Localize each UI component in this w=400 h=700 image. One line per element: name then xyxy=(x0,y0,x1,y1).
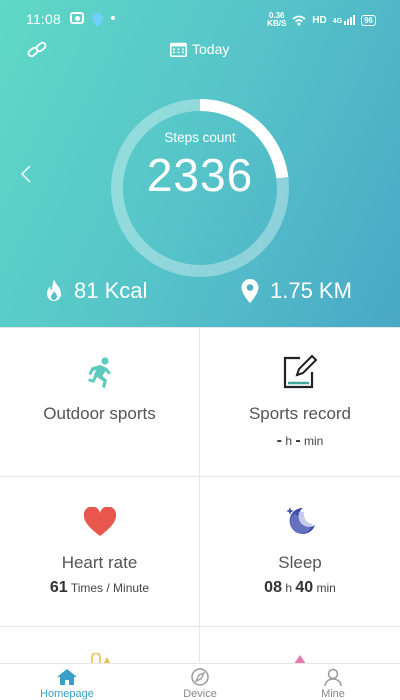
steps-value: 2336 xyxy=(146,149,254,201)
drop-notification-icon xyxy=(89,10,106,26)
dot-notification-icon xyxy=(111,16,115,20)
system-icons: 0.36 KB/S HD 4G 96 xyxy=(267,12,376,28)
tab-mine[interactable]: Mine xyxy=(293,668,373,700)
outdoor-sports-card[interactable]: Outdoor sports xyxy=(0,328,200,477)
heart-rate-reading: 61 Times / Minute xyxy=(0,579,199,597)
network-speed: 0.36 KB/S xyxy=(267,12,286,28)
sports-record-card[interactable]: Sports record - h - min xyxy=(200,328,400,477)
heart-rate-title: Heart rate xyxy=(61,553,138,572)
sports-record-hours-unit: h xyxy=(285,434,292,448)
network-type: HD xyxy=(312,14,327,26)
tab-homepage-label: Homepage xyxy=(40,688,94,700)
signal-type: 4G xyxy=(332,18,343,25)
location-pin-icon xyxy=(241,279,259,303)
wifi-icon xyxy=(292,15,306,25)
sleep-duration: 08 h 40 min xyxy=(200,579,400,597)
running-icon xyxy=(87,357,111,388)
sleep-hours-unit: h xyxy=(285,581,292,595)
outdoor-sports-title: Outdoor sports xyxy=(43,404,156,423)
date-label: Today xyxy=(192,41,230,57)
sports-record-minutes-unit: min xyxy=(304,434,324,448)
flame-icon xyxy=(47,279,61,301)
eye-notification-icon xyxy=(70,12,84,24)
tab-device[interactable]: Device xyxy=(160,668,240,700)
previous-day-arrow-icon[interactable] xyxy=(19,163,33,185)
heart-icon xyxy=(83,507,116,536)
sports-record-hours: - xyxy=(276,432,282,449)
calories-value: 81 Kcal xyxy=(74,278,148,303)
signal-icon: 4G xyxy=(332,15,356,25)
sports-record-minutes: - xyxy=(295,432,301,449)
battery-icon: 96 xyxy=(361,14,376,26)
calendar-icon xyxy=(170,42,187,57)
sleep-minutes: 40 xyxy=(295,579,314,596)
bottom-tab-bar: Homepage Device Mine xyxy=(0,663,400,700)
sleep-card[interactable]: Sleep 08 h 40 min xyxy=(200,477,400,627)
sports-record-duration: - h - min xyxy=(200,432,400,450)
summary-header: 11:08 0.36 KB/S HD 4G 96 Today Steps cou… xyxy=(0,0,400,327)
heart-rate-unit: Times / Minute xyxy=(70,581,150,595)
sports-record-title: Sports record xyxy=(248,404,352,423)
status-time: 11:08 xyxy=(26,11,61,27)
sleep-hours: 08 xyxy=(264,579,282,596)
link-icon[interactable] xyxy=(26,40,48,60)
user-icon xyxy=(324,668,342,686)
distance-stat: 1.75 KM xyxy=(238,278,352,304)
status-bar: 11:08 0.36 KB/S HD 4G 96 xyxy=(26,10,376,30)
tab-homepage[interactable]: Homepage xyxy=(27,668,107,700)
feature-grid: Outdoor sports Sports record - h - min H… xyxy=(0,327,400,687)
sleep-title: Sleep xyxy=(278,553,322,572)
moon-icon xyxy=(286,507,315,534)
distance-value: 1.75 KM xyxy=(270,278,352,303)
notification-icons xyxy=(70,10,115,26)
home-icon xyxy=(57,669,77,685)
tab-device-label: Device xyxy=(183,688,217,700)
heart-rate-card[interactable]: Heart rate 61 Times / Minute xyxy=(0,477,200,627)
edit-record-icon xyxy=(283,354,318,389)
sleep-minutes-unit: min xyxy=(316,581,336,595)
network-speed-unit: KB/S xyxy=(267,19,287,28)
compass-icon xyxy=(191,668,209,686)
date-selector[interactable]: Today xyxy=(170,41,229,57)
calories-stat: 81 Kcal xyxy=(42,278,147,304)
heart-rate-value: 61 xyxy=(49,579,68,596)
tab-mine-label: Mine xyxy=(321,688,345,700)
steps-label: Steps count xyxy=(164,130,236,145)
